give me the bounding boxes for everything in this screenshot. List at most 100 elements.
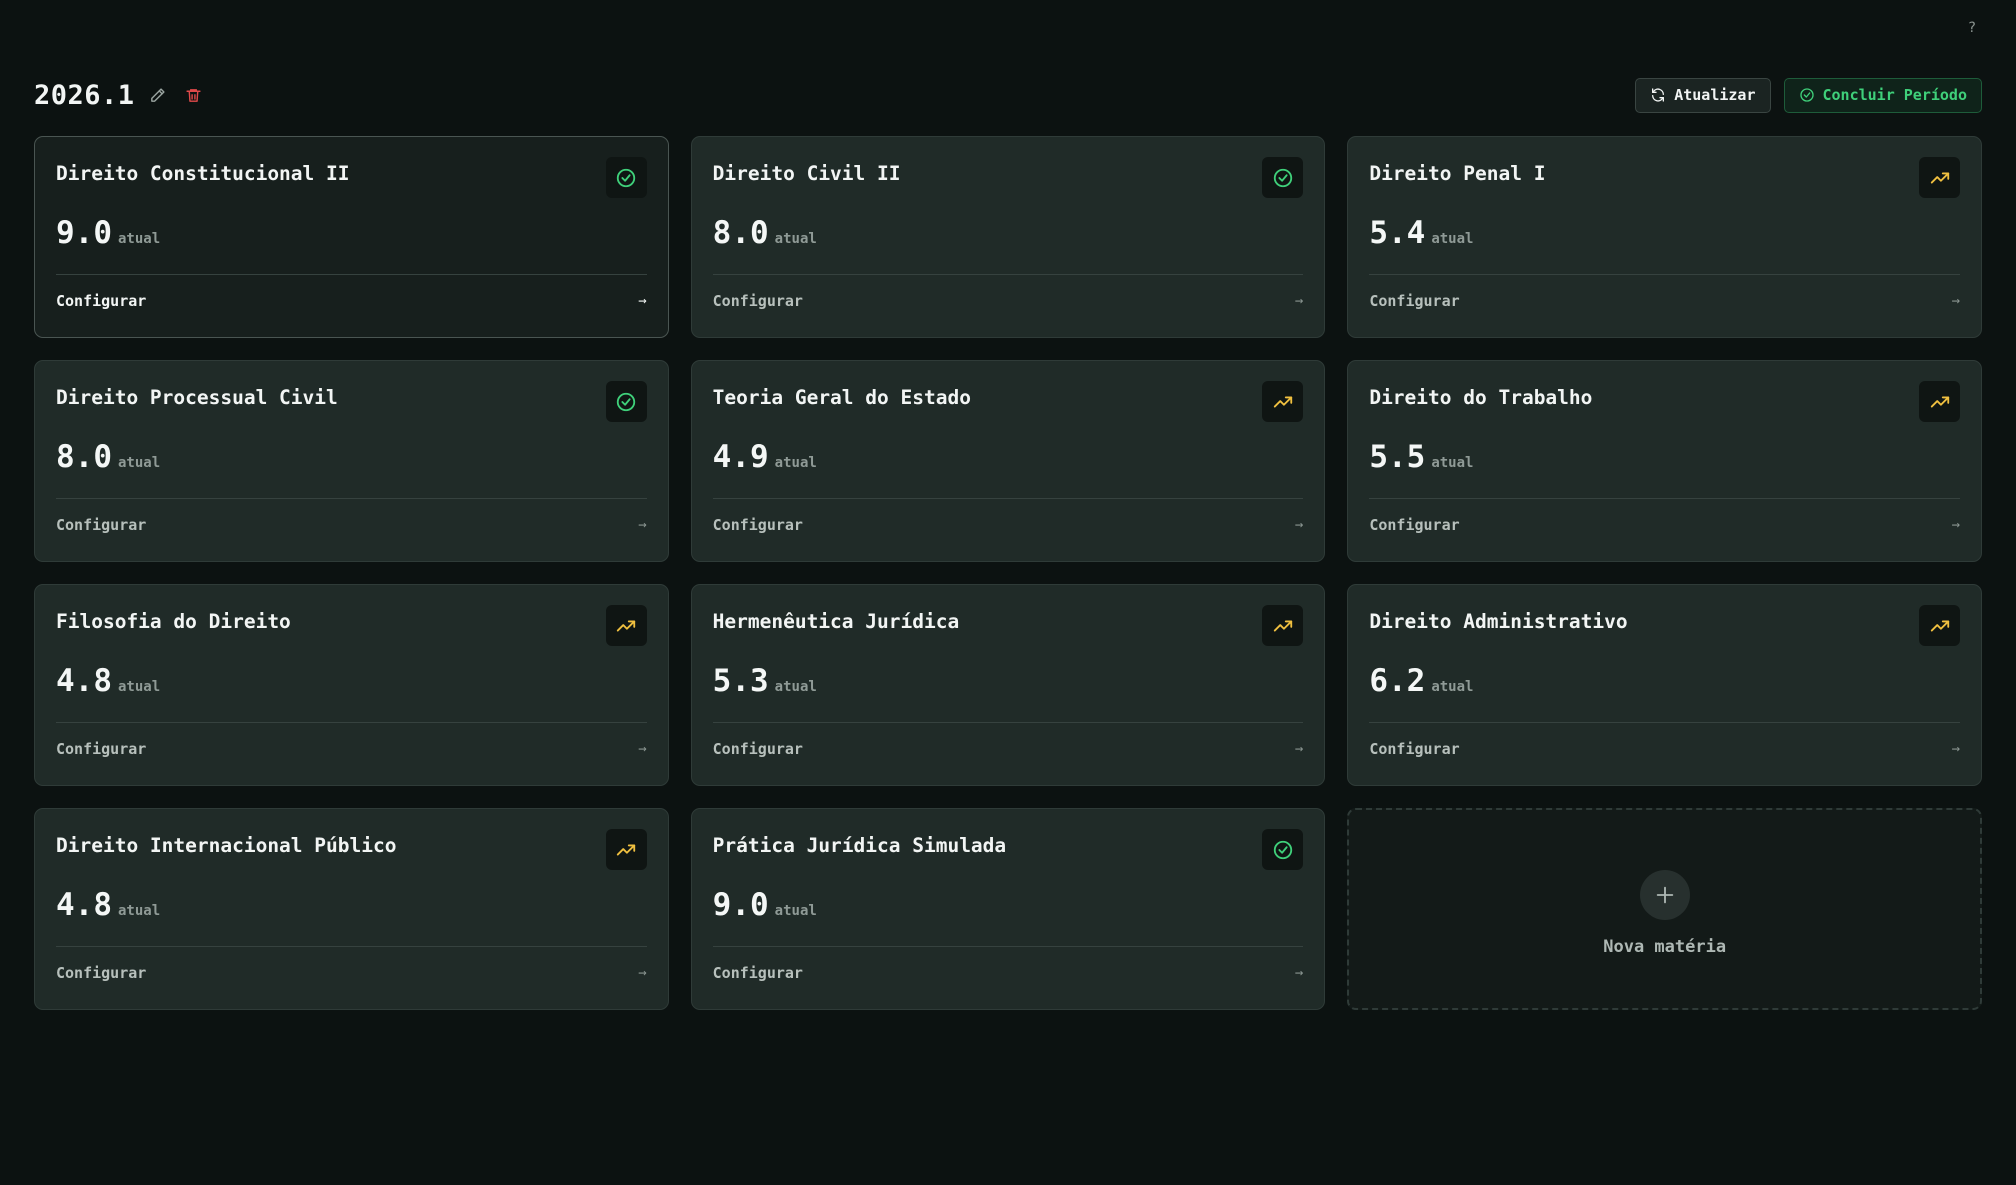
divider <box>712 498 1304 499</box>
subject-title: Direito do Trabalho <box>1369 386 1593 409</box>
configure-label: Configurar <box>56 964 147 982</box>
configure-button[interactable]: Configurar → <box>1369 737 1960 761</box>
configure-label: Configurar <box>712 516 803 534</box>
subject-card[interactable]: Prática Jurídica Simulada 9.0 atual Confi… <box>690 808 1326 1010</box>
subject-title: Teoria Geral do Estado <box>712 386 971 409</box>
refresh-button[interactable]: Atualizar <box>1635 77 1771 113</box>
arrow-right-icon: → <box>1294 741 1304 757</box>
configure-button[interactable]: Configurar → <box>56 737 647 761</box>
subject-grade: 4.8 <box>56 887 112 923</box>
subject-card[interactable]: Direito Administrativo 6.2 atual Configur… <box>1347 584 1982 786</box>
divider <box>56 498 647 499</box>
configure-button[interactable]: Configurar → <box>1369 513 1960 537</box>
arrow-right-icon: → <box>1294 517 1304 533</box>
subject-title: Direito Civil II <box>712 162 901 185</box>
check-circle-icon <box>1262 157 1304 198</box>
arrow-right-icon: → <box>1951 293 1960 309</box>
grade-label: atual <box>118 903 161 919</box>
configure-button[interactable]: Configurar → <box>713 961 1304 985</box>
configure-button[interactable]: Configurar → <box>56 961 647 985</box>
subject-card[interactable]: Direito Civil II 8.0 atual Configurar → <box>690 136 1326 338</box>
subject-card[interactable]: Filosofia do Direito 4.8 atual Configurar… <box>34 584 669 786</box>
configure-button[interactable]: Configurar → <box>1369 289 1960 313</box>
divider <box>1369 722 1960 723</box>
divider <box>56 946 647 947</box>
divider <box>56 722 647 723</box>
divider <box>56 274 647 275</box>
subject-title: Direito Constitucional II <box>56 162 350 185</box>
arrow-right-icon: → <box>638 517 647 533</box>
new-subject-button[interactable]: Nova matéria <box>1347 808 1982 1010</box>
period-title: 2026.1 <box>34 79 135 111</box>
subject-title: Direito Internacional Público <box>56 834 397 857</box>
check-circle-icon <box>605 157 647 198</box>
subject-card[interactable]: Direito Processual Civil 8.0 atual Config… <box>34 360 669 562</box>
configure-label: Configurar <box>1369 740 1460 758</box>
subject-title: Prática Jurídica Simulada <box>712 834 1007 857</box>
subject-grade: 8.0 <box>56 439 112 475</box>
trending-up-icon <box>1262 605 1304 646</box>
subject-card[interactable]: Direito Internacional Público 4.8 atual C… <box>34 808 669 1010</box>
configure-button[interactable]: Configurar → <box>56 513 647 537</box>
grade-label: atual <box>774 455 817 471</box>
divider <box>712 722 1304 723</box>
grade-label: atual <box>118 231 161 247</box>
new-subject-label: Nova matéria <box>1603 936 1727 957</box>
subject-grade: 4.9 <box>712 439 769 475</box>
grade-label: atual <box>1431 455 1474 471</box>
subject-title: Direito Administrativo <box>1369 610 1628 633</box>
subject-grade: 6.2 <box>1369 663 1426 699</box>
configure-label: Configurar <box>56 516 147 534</box>
grade-label: atual <box>774 679 817 695</box>
subject-grade: 5.3 <box>712 663 769 699</box>
trending-up-icon <box>605 605 647 646</box>
configure-button[interactable]: Configurar → <box>713 513 1304 537</box>
subject-card[interactable]: Direito do Trabalho 5.5 atual Configurar → <box>1347 360 1982 562</box>
configure-button[interactable]: Configurar → <box>713 289 1304 313</box>
configure-label: Configurar <box>712 740 803 758</box>
trash-icon[interactable] <box>181 82 207 108</box>
refresh-label: Atualizar <box>1674 86 1756 104</box>
grade-label: atual <box>1431 679 1474 695</box>
subject-grade: 8.0 <box>712 215 769 251</box>
configure-button[interactable]: Configurar → <box>56 289 647 313</box>
pencil-icon[interactable] <box>145 82 171 108</box>
divider <box>1369 498 1960 499</box>
subject-grade: 5.5 <box>1369 439 1426 475</box>
check-circle-icon <box>1799 88 1814 102</box>
grade-label: atual <box>118 679 161 695</box>
configure-button[interactable]: Configurar → <box>713 737 1304 761</box>
trending-up-icon <box>1919 157 1960 198</box>
subject-grade: 9.0 <box>712 887 769 923</box>
period-header: 2026.1 Atualizar Concluir Período <box>34 76 1982 114</box>
subject-grade: 9.0 <box>56 215 112 251</box>
subject-title: Direito Processual Civil <box>56 386 338 409</box>
conclude-period-button[interactable]: Concluir Período <box>1783 77 1982 113</box>
configure-label: Configurar <box>56 740 147 758</box>
arrow-right-icon: → <box>1294 965 1304 981</box>
subject-card[interactable]: Teoria Geral do Estado 4.9 atual Configur… <box>690 360 1326 562</box>
subject-title: Direito Penal I <box>1369 162 1546 185</box>
subject-card[interactable]: Direito Penal I 5.4 atual Configurar → <box>1347 136 1982 338</box>
trending-up-icon <box>1919 605 1960 646</box>
configure-label: Configurar <box>712 292 803 310</box>
configure-label: Configurar <box>1369 516 1460 534</box>
subjects-grid: Direito Constitucional II 9.0 atual Confi… <box>34 136 1982 1010</box>
configure-label: Configurar <box>712 964 803 982</box>
subject-grade: 4.8 <box>56 663 112 699</box>
grade-label: atual <box>118 455 161 471</box>
help-button[interactable]: ? <box>1964 20 1980 40</box>
subject-card[interactable]: Direito Constitucional II 9.0 atual Confi… <box>34 136 669 338</box>
subject-title: Hermenêutica Jurídica <box>712 610 960 633</box>
arrow-right-icon: → <box>638 293 647 309</box>
trending-up-icon <box>605 829 647 870</box>
divider <box>712 946 1304 947</box>
arrow-right-icon: → <box>1951 741 1960 757</box>
divider <box>1369 274 1960 275</box>
plus-icon <box>1639 869 1690 920</box>
divider <box>712 274 1304 275</box>
grade-label: atual <box>774 231 817 247</box>
subject-card[interactable]: Hermenêutica Jurídica 5.3 atual Configura… <box>690 584 1326 786</box>
configure-label: Configurar <box>1369 292 1460 310</box>
grade-label: atual <box>774 903 817 919</box>
